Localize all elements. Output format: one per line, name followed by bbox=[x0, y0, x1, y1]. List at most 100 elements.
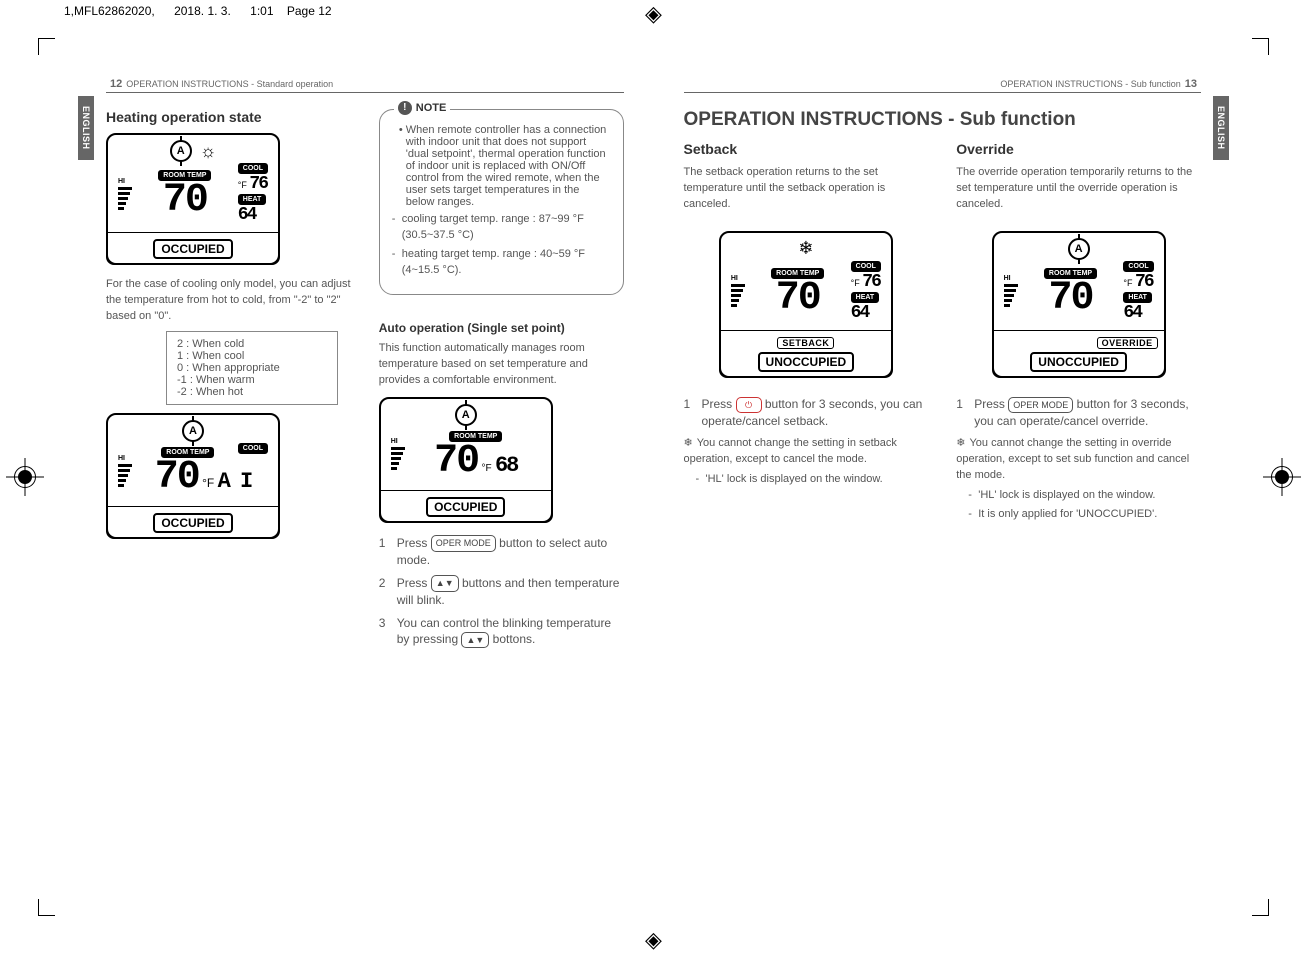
occupancy-status: OCCUPIED bbox=[153, 513, 232, 533]
setback-subnote: 'HL' lock is displayed on the window. bbox=[696, 472, 929, 488]
page-number-left: 12 bbox=[110, 78, 122, 90]
running-head-text-right: OPERATION INSTRUCTIONS - Sub function bbox=[1000, 79, 1180, 89]
setback-steps: 1 Press ⏻ button for 3 seconds, you can … bbox=[684, 396, 929, 430]
setback-blurb: The setback operation returns to the set… bbox=[684, 165, 929, 213]
step-number: 1 bbox=[956, 396, 968, 430]
fan-speed-icon: HI bbox=[731, 275, 745, 307]
note-label: NOTE bbox=[416, 102, 447, 114]
step-number: 1 bbox=[379, 535, 391, 569]
sub-function-title: OPERATION INSTRUCTIONS - Sub function bbox=[684, 109, 1230, 131]
slug-time: 1:01 bbox=[250, 4, 273, 18]
ai-indicator: A I bbox=[218, 469, 252, 494]
setback-note: ❄You cannot change the setting in setbac… bbox=[684, 436, 929, 468]
step-text: Press bbox=[397, 536, 428, 550]
override-steps: 1 Press OPER MODE button for 3 seconds, … bbox=[956, 396, 1201, 430]
crop-mark bbox=[1252, 899, 1269, 916]
slug-date: 2018. 1. 3. bbox=[174, 4, 231, 18]
cool-badge: COOL bbox=[851, 261, 881, 272]
single-setpoint: 68 bbox=[495, 453, 517, 478]
oper-mode-button-icon: OPER MODE bbox=[1008, 397, 1073, 414]
thermostat-illustration-setback: ❄ HI ROOM TEMP 70 bbox=[719, 231, 893, 378]
running-head-text-left: OPERATION INSTRUCTIONS - Standard operat… bbox=[126, 79, 333, 89]
note-body: When remote controller has a connection … bbox=[406, 124, 611, 208]
registration-mark-bottom: ◈ bbox=[640, 926, 668, 954]
step-text: button for 3 seconds, you can operate/ca… bbox=[974, 397, 1188, 428]
info-icon: ! bbox=[398, 101, 412, 115]
cooling-only-blurb: For the case of cooling only model, you … bbox=[106, 277, 351, 325]
occupancy-status: OCCUPIED bbox=[153, 239, 232, 259]
language-tab-left: ENGLISH bbox=[78, 96, 94, 160]
cool-setpoint: 76 bbox=[1135, 272, 1153, 292]
running-head-left: 12 OPERATION INSTRUCTIONS - Standard ope… bbox=[106, 78, 624, 93]
auto-mode-icon: A bbox=[455, 404, 477, 426]
up-down-button-icon: ▲▼ bbox=[461, 632, 489, 649]
thermostat-illustration-override: A HI ROOM TEMP 70 bbox=[992, 231, 1166, 378]
step-number: 1 bbox=[684, 396, 696, 430]
unit-label: °F bbox=[238, 180, 247, 190]
override-subnote: 'HL' lock is displayed on the window. bbox=[968, 488, 1201, 504]
scale-row: 1 : When cool bbox=[177, 350, 327, 362]
language-tab-right: ENGLISH bbox=[1213, 96, 1229, 160]
step-text: button for 3 seconds, you can operate/ca… bbox=[702, 397, 923, 428]
fan-speed-icon: HI bbox=[118, 178, 132, 210]
fan-speed-icon: HI bbox=[391, 438, 405, 470]
override-note: ❄You cannot change the setting in overri… bbox=[956, 436, 1201, 484]
override-blurb: The override operation temporarily retur… bbox=[956, 165, 1201, 213]
note-range-heat: heating target temp. range : 40~59 °F (4… bbox=[392, 247, 611, 279]
scale-row: -1 : When warm bbox=[177, 374, 327, 386]
step-text: Press bbox=[702, 397, 733, 411]
snowflake-icon: ❄ bbox=[798, 238, 813, 259]
snowflake-bullet-icon: ❄ bbox=[684, 437, 693, 449]
room-temp-value: 70 bbox=[434, 439, 478, 484]
page-number-right: 13 bbox=[1185, 78, 1197, 90]
heating-state-title: Heating operation state bbox=[106, 109, 351, 125]
step-number: 3 bbox=[379, 615, 391, 649]
override-badge: OVERRIDE bbox=[1097, 337, 1158, 349]
crop-mark bbox=[1252, 38, 1269, 55]
unit-label: °F bbox=[851, 278, 860, 288]
step-number: 2 bbox=[379, 575, 391, 609]
sun-icon: ☼ bbox=[200, 141, 217, 162]
auto-operation-title: Auto operation (Single set point) bbox=[379, 321, 624, 335]
cool-setpoint: 76 bbox=[249, 174, 267, 194]
scale-row: 2 : When cold bbox=[177, 338, 327, 350]
room-temp-value: 70 bbox=[163, 178, 207, 223]
cool-badge: COOL bbox=[238, 163, 268, 174]
heat-setpoint: 64 bbox=[238, 206, 256, 224]
unit-label: °F bbox=[1123, 278, 1132, 288]
slug-page: Page 12 bbox=[287, 4, 332, 18]
auto-steps: 1 Press OPER MODE button to select auto … bbox=[379, 535, 624, 649]
heat-setpoint: 64 bbox=[1123, 304, 1141, 322]
thermostat-illustration-heating: A ☼ HI ROOM TEMP 70 bbox=[106, 133, 280, 265]
room-temp-value: 70 bbox=[1049, 276, 1093, 321]
room-temp-value: 70 bbox=[155, 455, 199, 500]
setback-badge: SETBACK bbox=[777, 337, 834, 349]
auto-operation-blurb: This function automatically manages room… bbox=[379, 341, 624, 389]
feel-scale-table: 2 : When cold 1 : When cool 0 : When app… bbox=[166, 331, 338, 405]
cool-badge: COOL bbox=[1123, 261, 1153, 272]
step-text: Press bbox=[974, 397, 1005, 411]
crop-mark bbox=[38, 899, 55, 916]
unit-label: °F bbox=[202, 476, 214, 490]
fan-speed-icon: HI bbox=[1004, 275, 1018, 307]
heat-badge: HEAT bbox=[1123, 292, 1152, 303]
override-subnote: It is only applied for 'UNOCCUPIED'. bbox=[968, 507, 1201, 523]
room-temp-value: 70 bbox=[776, 276, 820, 321]
print-slug: 1,MFL62862020, 2018. 1. 3. 1:01 Page 12 bbox=[64, 4, 332, 18]
auto-mode-icon: A bbox=[170, 140, 192, 162]
registration-mark-top: ◈ bbox=[640, 0, 668, 28]
heat-badge: HEAT bbox=[851, 292, 880, 303]
note-range-cool: cooling target temp. range : 87~99 °F (3… bbox=[392, 212, 611, 244]
thermostat-illustration-auto-single: A HI ROOM TEMP 70 °F bbox=[379, 397, 553, 523]
occupancy-status: UNOCCUPIED bbox=[758, 352, 855, 372]
thermostat-illustration-auto-ai: A HI ROOM TEMP COOL bbox=[106, 413, 280, 539]
fan-speed-icon: HI bbox=[118, 455, 132, 487]
registration-mark-right bbox=[1267, 462, 1297, 492]
step-text: Press bbox=[397, 576, 428, 590]
auto-mode-icon: A bbox=[182, 420, 204, 442]
crop-mark bbox=[38, 38, 55, 55]
occupancy-status: OCCUPIED bbox=[426, 497, 505, 517]
heat-badge: HEAT bbox=[238, 194, 267, 205]
slug-code: 1,MFL62862020, bbox=[64, 4, 155, 18]
setback-title: Setback bbox=[684, 141, 929, 157]
